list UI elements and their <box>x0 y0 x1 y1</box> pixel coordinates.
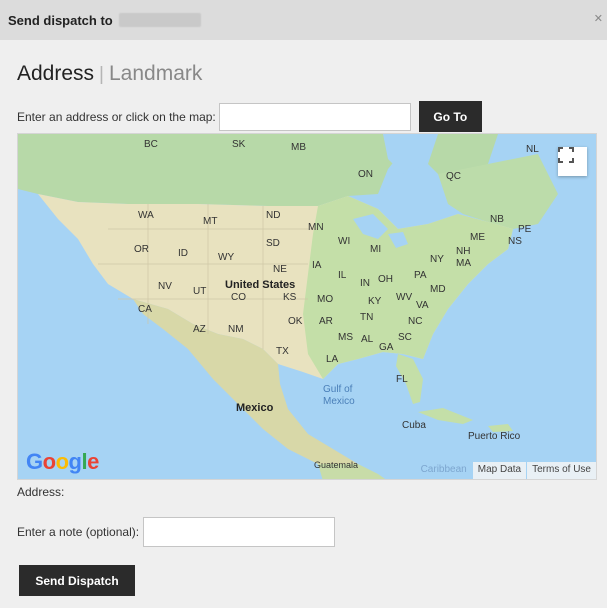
map-label-me: ME <box>470 232 485 243</box>
map-label-on: ON <box>358 169 373 180</box>
map-label-pe: PE <box>518 224 532 235</box>
map-footer: Caribbean Map Data Terms of Use <box>415 462 596 479</box>
dialog-titlebar: Send dispatch to ✕ <box>0 0 607 40</box>
map-label-la: LA <box>326 354 339 365</box>
send-dispatch-button[interactable]: Send Dispatch <box>19 565 135 596</box>
map-label-ut: UT <box>193 286 207 297</box>
tab-landmark[interactable]: Landmark <box>109 62 202 86</box>
fullscreen-icon[interactable] <box>558 147 587 176</box>
map-label-ga: GA <box>379 342 394 353</box>
map-view[interactable]: BC SK MB NL ON QC WA MT ND MN OR ID SD W… <box>17 133 597 480</box>
map-label-wi: WI <box>338 236 351 247</box>
map-label-mi: MI <box>370 244 382 255</box>
tab-address[interactable]: Address <box>17 62 94 86</box>
google-logo[interactable]: Google <box>26 449 99 475</box>
map-label-qc: QC <box>446 171 461 182</box>
terms-of-use-link[interactable]: Terms of Use <box>527 462 596 479</box>
location-mode-tabs: Address | Landmark <box>17 62 202 86</box>
map-label-ma: MA <box>456 258 471 269</box>
dialog-title: Send dispatch to <box>8 12 113 28</box>
map-label-sk: SK <box>232 139 246 150</box>
map-label-wv: WV <box>396 292 413 303</box>
map-label-mn: MN <box>308 222 324 233</box>
map-label-cuba: Cuba <box>402 420 426 431</box>
map-label-united-states: United States <box>225 279 296 291</box>
note-input[interactable] <box>143 517 336 547</box>
map-label-wa: WA <box>138 210 154 221</box>
map-label-bc: BC <box>144 139 158 150</box>
map-label-ok: OK <box>288 316 303 327</box>
map-label-sd: SD <box>266 238 280 249</box>
map-label-mo: MO <box>317 294 334 305</box>
close-icon[interactable]: ✕ <box>594 14 603 25</box>
map-canvas <box>18 134 558 479</box>
map-label-id: ID <box>178 248 188 259</box>
address-search-input[interactable] <box>218 102 411 131</box>
map-label-ca: CA <box>138 304 152 315</box>
address-search-label: Enter an address or click on the map: <box>17 109 216 124</box>
map-label-guatemala: Guatemala <box>314 460 359 470</box>
map-label-va: VA <box>416 300 429 311</box>
map-label-oh: OH <box>378 274 393 285</box>
map-label-sc: SC <box>398 332 412 343</box>
map-label-mt: MT <box>203 216 218 227</box>
map-label-nb: NB <box>490 214 504 225</box>
map-label-nl: NL <box>526 144 539 155</box>
map-label-md: MD <box>430 284 446 295</box>
map-label-ks: KS <box>283 292 297 303</box>
map-label-nd: ND <box>266 210 281 221</box>
map-label-pa: PA <box>414 270 427 281</box>
tab-separator: | <box>99 64 104 85</box>
map-label-ms: MS <box>338 332 353 343</box>
map-label-ar: AR <box>319 316 333 327</box>
map-label-puerto-rico: Puerto Rico <box>468 431 521 442</box>
map-label-nc: NC <box>408 316 423 327</box>
map-label-caribbean: Caribbean <box>420 464 467 475</box>
address-search-row: Enter an address or click on the map: Go… <box>17 101 482 132</box>
go-to-button[interactable]: Go To <box>418 101 482 132</box>
map-label-tn: TN <box>360 312 374 323</box>
map-label-in: IN <box>360 278 370 289</box>
map-label-al: AL <box>361 334 374 345</box>
map-label-nm: NM <box>228 324 244 335</box>
send-dispatch-dialog: Send dispatch to ✕ Address | Landmark En… <box>0 0 607 608</box>
map-label-ns: NS <box>508 236 522 247</box>
map-label-mexico: Mexico <box>236 402 274 414</box>
map-label-gulf-of: Gulf of <box>323 384 353 395</box>
map-data-link[interactable]: Map Data <box>472 462 527 479</box>
map-label-mb: MB <box>291 142 306 153</box>
map-label-nv: NV <box>158 281 172 292</box>
recipient-name-redacted <box>118 13 201 27</box>
map-label-ia: IA <box>312 260 322 271</box>
map-label-gulf-mexico: Mexico <box>323 396 355 407</box>
map-label-az: AZ <box>193 324 206 335</box>
map-label-ny: NY <box>430 254 444 265</box>
map-label-co: CO <box>231 292 246 303</box>
selected-address-label: Address: <box>17 485 65 499</box>
map-label-fl: FL <box>396 374 408 385</box>
note-label: Enter a note (optional): <box>17 525 140 539</box>
note-row: Enter a note (optional): <box>17 517 336 547</box>
map-label-or: OR <box>134 244 149 255</box>
map-label-ky: KY <box>368 296 382 307</box>
map-label-wy: WY <box>218 252 235 263</box>
map-label-ne: NE <box>273 264 287 275</box>
map-label-il: IL <box>338 270 347 281</box>
map-label-tx: TX <box>276 346 289 357</box>
map-label-nh: NH <box>456 246 471 257</box>
